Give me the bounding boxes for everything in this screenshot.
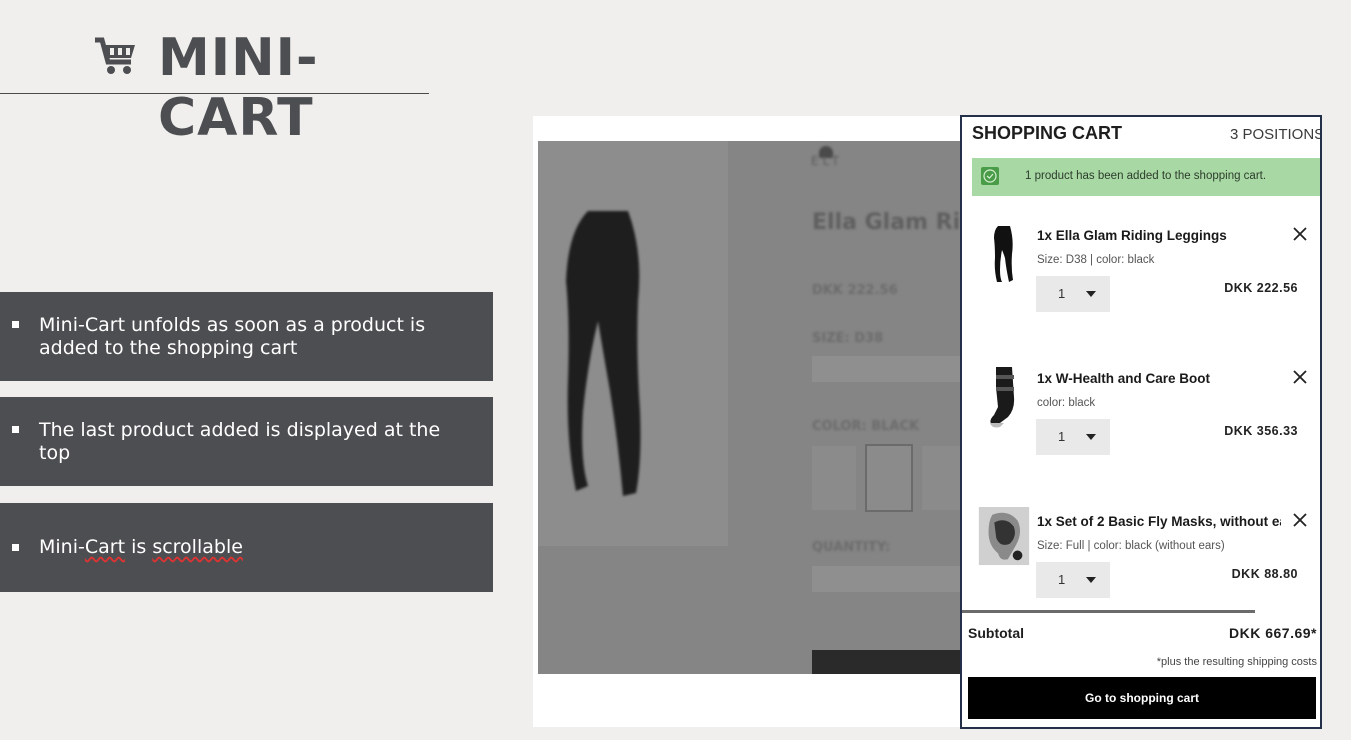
shipping-note: *plus the resulting shipping costs bbox=[1156, 656, 1317, 668]
quantity-value: 1 bbox=[1058, 286, 1066, 301]
close-icon[interactable] bbox=[1292, 226, 1308, 242]
scrollbar[interactable] bbox=[962, 610, 1255, 613]
quantity-select[interactable]: 1 bbox=[1036, 276, 1110, 312]
note-text: Mini-Cart is scrollable bbox=[39, 536, 243, 558]
brand-logo: ELT bbox=[811, 154, 843, 168]
cart-item: 1x Ella Glam Riding Leggings Size: D38 |… bbox=[962, 224, 1320, 354]
cart-item-name[interactable]: 1x W-Health and Care Boot bbox=[1037, 371, 1281, 386]
cart-item-price: DKK 88.80 bbox=[1231, 567, 1298, 581]
quantity-value: 1 bbox=[1058, 429, 1066, 444]
cart-item-name[interactable]: 1x Set of 2 Basic Fly Masks, without ea bbox=[1037, 514, 1281, 529]
success-message: 1 product has been added to the shopping… bbox=[972, 158, 1320, 196]
mini-cart-title: SHOPPING CART bbox=[972, 123, 1123, 143]
color-swatch[interactable] bbox=[865, 444, 913, 512]
note-text: Mini-Cart unfolds as soon as a product i… bbox=[39, 314, 426, 359]
bullet-icon bbox=[12, 321, 19, 328]
bullet-icon bbox=[12, 426, 19, 433]
add-to-cart-button[interactable] bbox=[812, 650, 962, 674]
quantity-select[interactable]: 1 bbox=[1036, 419, 1110, 455]
close-icon[interactable] bbox=[1292, 512, 1308, 528]
product-price: DKK 222.56 bbox=[812, 283, 898, 298]
chevron-down-icon bbox=[1086, 577, 1096, 583]
quantity-label: QUANTITY: bbox=[812, 540, 891, 555]
slide-title: MINI-CART bbox=[158, 28, 319, 148]
cart-item: 1x Set of 2 Basic Fly Masks, without ea … bbox=[962, 507, 1320, 640]
check-icon bbox=[981, 167, 999, 185]
go-to-cart-button[interactable]: Go to shopping cart bbox=[968, 677, 1316, 719]
cart-item: 1x W-Health and Care Boot color: black 1… bbox=[962, 367, 1320, 497]
cart-item-meta: Size: Full | color: black (without ears) bbox=[1037, 540, 1225, 552]
cart-item-price: DKK 222.56 bbox=[1224, 281, 1298, 295]
size-select[interactable] bbox=[812, 356, 962, 382]
mini-cart-count: 3 POSITIONS bbox=[1230, 126, 1322, 143]
subtotal-value: DKK 667.69* bbox=[1229, 625, 1317, 641]
product-image-panel bbox=[538, 141, 728, 546]
note-box: The last product added is displayed at t… bbox=[0, 397, 493, 486]
note-box: Mini-Cart unfolds as soon as a product i… bbox=[0, 292, 493, 381]
cart-item-name[interactable]: 1x Ella Glam Riding Leggings bbox=[1037, 228, 1281, 243]
size-label: SIZE: D38 bbox=[812, 331, 884, 346]
cart-item-meta: Size: D38 | color: black bbox=[1037, 254, 1155, 266]
slide-header: MINI-CART bbox=[0, 24, 429, 148]
product-title: Ella Glam Ri bbox=[812, 210, 961, 235]
chevron-down-icon bbox=[1086, 291, 1096, 297]
chevron-down-icon bbox=[1086, 434, 1096, 440]
quantity-value: 1 bbox=[1058, 572, 1066, 587]
shopping-cart-icon bbox=[95, 37, 135, 74]
bullet-icon bbox=[12, 544, 19, 551]
fly-mask-thumbnail bbox=[978, 507, 1030, 566]
leggings-image bbox=[566, 211, 641, 496]
quantity-select[interactable] bbox=[812, 566, 962, 592]
leggings-thumbnail bbox=[994, 226, 1013, 282]
cart-item-meta: color: black bbox=[1037, 397, 1096, 409]
mini-cart: SHOPPING CART 3 POSITIONS 1 product has … bbox=[960, 115, 1322, 729]
color-swatch[interactable] bbox=[812, 446, 856, 510]
subtotal-label: Subtotal bbox=[968, 625, 1024, 641]
boot-thumbnail bbox=[990, 367, 1015, 428]
note-box: Mini-Cart is scrollable bbox=[0, 503, 493, 592]
color-label: COLOR: BLACK bbox=[812, 419, 920, 434]
product-page-screenshot: ELT Ella Glam Ri DKK 222.56 SIZE: D38 CO… bbox=[533, 116, 966, 727]
note-text: The last product added is displayed at t… bbox=[39, 419, 441, 464]
success-text: 1 product has been added to the shopping… bbox=[1025, 170, 1267, 182]
cart-item-price: DKK 356.33 bbox=[1224, 424, 1298, 438]
close-icon[interactable] bbox=[1292, 369, 1308, 385]
quantity-select[interactable]: 1 bbox=[1036, 562, 1110, 598]
